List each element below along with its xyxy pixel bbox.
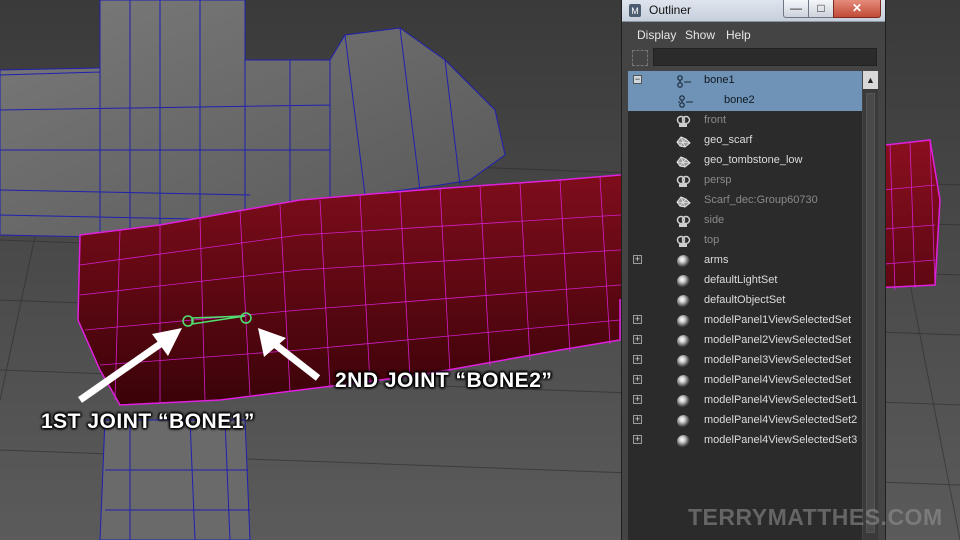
- outliner-item-label: modelPanel4ViewSelectedSet: [704, 374, 852, 386]
- outliner-item-label: modelPanel3ViewSelectedSet: [704, 354, 852, 366]
- outliner-item[interactable]: top: [628, 231, 862, 251]
- set-icon: [677, 295, 690, 308]
- set-icon: [677, 415, 690, 428]
- outliner-item[interactable]: front: [628, 111, 862, 131]
- callout-label-bone1: 1ST JOINT “BONE1”: [41, 410, 255, 433]
- outliner-item[interactable]: + modelPanel4ViewSelectedSet: [628, 371, 862, 391]
- expand-icon[interactable]: +: [633, 255, 642, 264]
- mesh-icon: [676, 156, 691, 168]
- outliner-item-label: modelPanel1ViewSelectedSet: [704, 314, 852, 326]
- outliner-tree: − bone1 bone2 front geo_scarf geo_tombstone_l…: [628, 71, 862, 540]
- expand-icon[interactable]: +: [633, 315, 642, 324]
- outliner-item-label: side: [704, 214, 725, 226]
- outliner-item-label: persp: [704, 174, 732, 186]
- watermark: TERRYMATTHES.COM: [688, 504, 943, 530]
- joint-icon: [678, 95, 693, 108]
- outliner-item-label: Scarf_dec:Group60730: [704, 194, 818, 206]
- outliner-item[interactable]: Scarf_dec:Group60730: [628, 191, 862, 211]
- close-button[interactable]: ✕: [833, 0, 881, 18]
- menu-show[interactable]: Show: [685, 28, 715, 42]
- outliner-item-label: bone1: [704, 74, 735, 86]
- outliner-item-label: modelPanel4ViewSelectedSet2: [704, 414, 858, 426]
- outliner-item-label: defaultLightSet: [704, 274, 778, 286]
- maximize-button[interactable]: □: [808, 0, 834, 18]
- outliner-item-label: front: [704, 114, 727, 126]
- mesh-icon: [676, 196, 691, 208]
- menu-help[interactable]: Help: [726, 28, 751, 42]
- menu-display[interactable]: Display: [637, 28, 676, 42]
- search-input[interactable]: [653, 48, 877, 66]
- outliner-item-label: bone2: [724, 94, 755, 106]
- outliner-item[interactable]: side: [628, 211, 862, 231]
- outliner-title: Outliner: [649, 3, 692, 17]
- outliner-item[interactable]: defaultLightSet: [628, 271, 862, 291]
- outliner-item[interactable]: bone2: [628, 91, 862, 111]
- outliner-item-label: modelPanel4ViewSelectedSet3: [704, 434, 858, 446]
- outliner-item-label: defaultObjectSet: [704, 294, 786, 306]
- set-icon: [677, 335, 690, 348]
- scroll-thumb[interactable]: [866, 93, 875, 533]
- outliner-item[interactable]: geo_tombstone_low: [628, 151, 862, 171]
- joint-icon: [677, 75, 691, 88]
- expand-icon[interactable]: +: [633, 435, 642, 444]
- expand-icon[interactable]: +: [633, 335, 642, 344]
- outliner-item-label: modelPanel2ViewSelectedSet: [704, 334, 852, 346]
- outliner-item[interactable]: + modelPanel4ViewSelectedSet3: [628, 431, 862, 451]
- set-icon: [677, 255, 690, 268]
- outliner-item-label: geo_tombstone_low: [704, 154, 803, 166]
- maya-app-icon: M: [629, 4, 641, 17]
- set-icon: [677, 435, 690, 448]
- set-icon: [677, 315, 690, 328]
- camera-icon: [676, 175, 691, 187]
- outliner-item[interactable]: + modelPanel4ViewSelectedSet2: [628, 411, 862, 431]
- expand-icon[interactable]: +: [633, 355, 642, 364]
- outliner-titlebar[interactable]: M Outliner — □ ✕: [622, 0, 885, 22]
- set-icon: [677, 395, 690, 408]
- outliner-menubar: Display Show Help: [622, 22, 885, 46]
- expand-icon[interactable]: +: [633, 395, 642, 404]
- outliner-window: M Outliner — □ ✕ Display Show Help − bone…: [621, 0, 886, 540]
- outliner-item[interactable]: + modelPanel3ViewSelectedSet: [628, 351, 862, 371]
- outliner-item-label: arms: [704, 254, 729, 266]
- expand-icon[interactable]: +: [633, 415, 642, 424]
- set-icon: [677, 375, 690, 388]
- outliner-filterbar: [622, 46, 885, 70]
- outliner-item[interactable]: + modelPanel1ViewSelectedSet: [628, 311, 862, 331]
- mesh-icon: [676, 136, 691, 148]
- outliner-item[interactable]: + modelPanel2ViewSelectedSet: [628, 331, 862, 351]
- camera-icon: [676, 235, 691, 247]
- outliner-item[interactable]: + arms: [628, 251, 862, 271]
- outliner-scrollbar[interactable]: ▲: [863, 71, 878, 540]
- outliner-item-label: modelPanel4ViewSelectedSet1: [704, 394, 858, 406]
- outliner-item[interactable]: geo_scarf: [628, 131, 862, 151]
- svg-text:M: M: [631, 6, 639, 16]
- outliner-item[interactable]: persp: [628, 171, 862, 191]
- callout-label-bone2: 2ND JOINT “BONE2”: [335, 369, 553, 392]
- outliner-item[interactable]: + modelPanel4ViewSelectedSet1: [628, 391, 862, 411]
- scroll-up-arrow-icon[interactable]: ▲: [863, 71, 878, 89]
- outliner-item-label: top: [704, 234, 720, 246]
- filter-icon[interactable]: [632, 50, 648, 66]
- minimize-button[interactable]: —: [783, 0, 809, 18]
- camera-icon: [676, 215, 691, 227]
- collapse-icon[interactable]: −: [633, 75, 642, 84]
- outliner-item[interactable]: defaultObjectSet: [628, 291, 862, 311]
- outliner-item-label: geo_scarf: [704, 134, 753, 146]
- set-icon: [677, 355, 690, 368]
- outliner-item[interactable]: − bone1: [628, 71, 862, 91]
- set-icon: [677, 275, 690, 288]
- expand-icon[interactable]: +: [633, 375, 642, 384]
- camera-icon: [676, 115, 691, 127]
